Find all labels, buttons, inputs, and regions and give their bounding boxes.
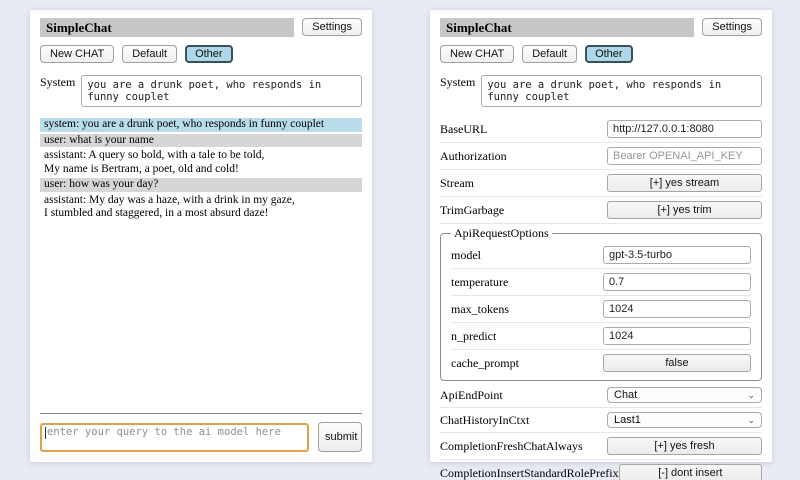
authorization-input[interactable] <box>607 147 762 165</box>
setting-row-completion-insert: CompletionInsertStandardRolePrefix [-] d… <box>440 460 762 480</box>
chat-message-list: system: you are a drunk poet, who respon… <box>40 118 362 221</box>
query-row: submit <box>40 422 362 453</box>
trimgarbage-label: TrimGarbage <box>440 203 504 218</box>
session-bar: New CHAT Default Other <box>440 45 762 63</box>
header: SimpleChat Settings <box>440 18 762 37</box>
session-other-button[interactable]: Other <box>585 45 633 63</box>
cache-prompt-label: cache_prompt <box>451 356 519 371</box>
app-title: SimpleChat <box>40 18 294 37</box>
baseurl-label: BaseURL <box>440 122 487 137</box>
model-input[interactable] <box>603 246 751 264</box>
api-endpoint-value: Chat <box>614 389 637 401</box>
system-prompt-label: System <box>40 75 75 90</box>
system-prompt-textarea[interactable]: you are a drunk poet, who responds in fu… <box>481 75 762 107</box>
settings-button[interactable]: Settings <box>702 18 762 36</box>
completion-fresh-toggle-button[interactable]: [+] yes fresh <box>607 437 762 455</box>
submit-button[interactable]: submit <box>318 422 362 453</box>
setting-row-trimgarbage: TrimGarbage [+] yes trim <box>440 197 762 224</box>
setting-row-n-predict: n_predict <box>451 323 751 350</box>
stream-label: Stream <box>440 176 474 191</box>
cache-prompt-toggle-button[interactable]: false <box>603 354 751 372</box>
chat-message-assistant: assistant: A query so bold, with a tale … <box>40 149 362 176</box>
model-label: model <box>451 248 481 263</box>
setting-row-cache-prompt: cache_prompt false <box>451 350 751 376</box>
completion-insert-toggle-button[interactable]: [-] dont insert <box>619 464 762 480</box>
session-other-button[interactable]: Other <box>185 45 233 63</box>
app-title: SimpleChat <box>440 18 694 37</box>
setting-row-authorization: Authorization <box>440 143 762 170</box>
text-caret <box>45 427 46 439</box>
system-prompt-label: System <box>440 75 475 90</box>
n-predict-input[interactable] <box>603 327 751 345</box>
chat-message-assistant: assistant: My day was a haze, with a dri… <box>40 194 362 221</box>
query-input-wrap <box>40 422 309 453</box>
session-default-button[interactable]: Default <box>522 45 577 63</box>
stage: SimpleChat Settings New CHAT Default Oth… <box>0 0 800 462</box>
trimgarbage-toggle-button[interactable]: [+] yes trim <box>607 201 762 219</box>
max-tokens-label: max_tokens <box>451 302 509 317</box>
setting-row-completion-fresh: CompletionFreshChatAlways [+] yes fresh <box>440 433 762 460</box>
settings-list: BaseURL Authorization Stream [+] yes str… <box>440 116 762 480</box>
api-request-options-legend: ApiRequestOptions <box>451 226 552 241</box>
setting-row-chat-history: ChatHistoryInCtxt Last1 ⌄ <box>440 408 762 433</box>
chat-panel: SimpleChat Settings New CHAT Default Oth… <box>30 10 372 462</box>
setting-row-temperature: temperature <box>451 269 751 296</box>
query-input[interactable] <box>40 423 309 452</box>
chat-message-user: user: what is your name <box>40 134 362 148</box>
divider <box>40 413 362 414</box>
settings-panel: SimpleChat Settings New CHAT Default Oth… <box>430 10 772 462</box>
api-request-options-fieldset: ApiRequestOptions model temperature max_… <box>440 226 762 381</box>
chat-history-label: ChatHistoryInCtxt <box>440 413 529 428</box>
header: SimpleChat Settings <box>40 18 362 37</box>
new-chat-button[interactable]: New CHAT <box>40 45 114 63</box>
chat-history-select[interactable]: Last1 ⌄ <box>607 412 762 428</box>
setting-row-model: model <box>451 242 751 269</box>
setting-row-api-endpoint: ApiEndPoint Chat ⌄ <box>440 383 762 408</box>
spacer <box>40 221 362 413</box>
api-endpoint-select[interactable]: Chat ⌄ <box>607 387 762 403</box>
chat-history-value: Last1 <box>614 414 641 426</box>
baseurl-input[interactable] <box>607 120 762 138</box>
stream-toggle-button[interactable]: [+] yes stream <box>607 174 762 192</box>
api-endpoint-label: ApiEndPoint <box>440 388 503 403</box>
completion-insert-label: CompletionInsertStandardRolePrefix <box>440 466 619 480</box>
settings-button[interactable]: Settings <box>302 18 362 36</box>
new-chat-button[interactable]: New CHAT <box>440 45 514 63</box>
n-predict-label: n_predict <box>451 329 496 344</box>
chat-message-user: user: how was your day? <box>40 178 362 192</box>
chevron-down-icon: ⌄ <box>747 415 755 425</box>
session-default-button[interactable]: Default <box>122 45 177 63</box>
temperature-input[interactable] <box>603 273 751 291</box>
setting-row-max-tokens: max_tokens <box>451 296 751 323</box>
session-bar: New CHAT Default Other <box>40 45 362 63</box>
setting-row-baseurl: BaseURL <box>440 116 762 143</box>
system-prompt-row: System you are a drunk poet, who respond… <box>440 75 762 107</box>
authorization-label: Authorization <box>440 149 507 164</box>
completion-fresh-label: CompletionFreshChatAlways <box>440 439 583 454</box>
setting-row-stream: Stream [+] yes stream <box>440 170 762 197</box>
temperature-label: temperature <box>451 275 508 290</box>
system-prompt-textarea[interactable]: you are a drunk poet, who responds in fu… <box>81 75 362 107</box>
chevron-down-icon: ⌄ <box>747 390 755 400</box>
max-tokens-input[interactable] <box>603 300 751 318</box>
chat-message-system: system: you are a drunk poet, who respon… <box>40 118 362 132</box>
system-prompt-row: System you are a drunk poet, who respond… <box>40 75 362 107</box>
